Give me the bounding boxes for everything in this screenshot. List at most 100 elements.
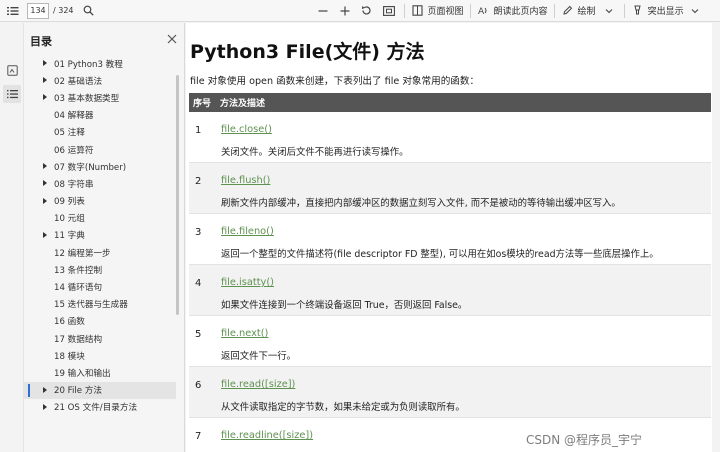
outline-item[interactable]: 19 输入和输出 [24, 364, 176, 381]
table-row: 5 file.next() 返回文件下一行。 [189, 316, 711, 367]
outline-item-label: 21 OS 文件/目录方法 [54, 403, 138, 414]
caret-right-icon[interactable] [43, 231, 47, 238]
row-number: 1 [195, 125, 202, 136]
zoom-in-icon[interactable] [336, 2, 354, 20]
side-rail [0, 23, 24, 452]
caret-right-icon[interactable] [43, 386, 47, 393]
method-link[interactable]: file.next() [221, 328, 268, 339]
page-edge [712, 23, 720, 452]
caret-right-icon[interactable] [43, 197, 47, 204]
outline-item[interactable]: 01 Python3 教程 [24, 55, 176, 72]
table-row: 3 file.fileno() 返回一个整型的文件描述符(file descript… [189, 214, 711, 265]
methods-table: 序号 方法及描述 1 file.close() 关闭文件。关闭后文件不能再进行读写操… [189, 93, 711, 452]
table-row: 6 file.read([size]) 从文件读取指定的字节数，如果未给定或为负则读… [189, 367, 711, 418]
outline-list: 01 Python3 教程 02 基础语法 03 基本数据类型 04 解释器 05 注释… [24, 55, 176, 416]
outline-panel-icon[interactable] [3, 85, 21, 103]
outline-item[interactable]: 21 OS 文件/目录方法 [24, 399, 176, 416]
method-link[interactable]: file.isatty() [221, 277, 274, 288]
method-description: 关闭文件。关闭后文件不能再进行读写操作。 [221, 147, 409, 158]
page-view-button[interactable]: 页面视图 [411, 2, 464, 20]
method-description: 返回文件下一行。 [221, 351, 297, 362]
table-header: 序号 方法及描述 [189, 93, 711, 112]
caret-right-icon[interactable] [43, 94, 47, 101]
outline-item[interactable]: 17 数据结构 [24, 330, 176, 347]
outline-item[interactable]: 02 基础语法 [24, 72, 176, 89]
method-description: 如果文件连接到一个终端设备返回 True，否则返回 False。 [221, 300, 468, 311]
outline-item[interactable]: 11 字典 [24, 227, 176, 244]
read-aloud-label: 朗读此页内容 [493, 7, 548, 17]
outline-item[interactable]: 15 迭代器与生成器 [24, 296, 176, 313]
close-icon[interactable] [164, 31, 180, 47]
outline-item-label: 05 注释 [54, 128, 85, 139]
outline-item-label: 14 循环语句 [54, 283, 103, 294]
highlight-label: 突出显示 [647, 7, 684, 17]
toolbar: 134 / 324 页面视图 A 朗读此页内容 绘制 突出显示 [0, 0, 720, 22]
method-link[interactable]: file.close() [221, 124, 272, 135]
outline-item[interactable]: 07 数字(Number) [24, 158, 176, 175]
method-link[interactable]: file.fileno() [221, 226, 274, 237]
highlight-chevron-down-icon[interactable] [686, 2, 704, 20]
outline-item-label: 04 解释器 [54, 111, 94, 122]
header-method: 方法及描述 [220, 99, 266, 109]
rotate-icon[interactable] [358, 2, 376, 20]
outline-item-label: 18 模块 [54, 351, 85, 362]
row-number: 3 [195, 227, 202, 238]
page-view-icon [411, 2, 425, 20]
outline-item[interactable]: 12 编程第一步 [24, 244, 176, 261]
page-number-input[interactable]: 134 [27, 2, 49, 19]
highlight-button[interactable]: 突出显示 [631, 2, 684, 20]
method-description: 从文件读取指定的字节数，如果未给定或为负则读取所有。 [221, 402, 465, 413]
table-row: 2 file.flush() 刷新文件内部缓冲，直接把内部缓冲区的数据立刻写入文件,… [189, 163, 711, 214]
draw-chevron-down-icon[interactable] [600, 2, 618, 20]
outline-item-label: 06 运算符 [54, 145, 94, 156]
caret-right-icon[interactable] [43, 403, 47, 410]
outline-item[interactable]: 10 元组 [24, 210, 176, 227]
caret-right-icon[interactable] [43, 77, 47, 84]
outline-item[interactable]: 16 函数 [24, 313, 176, 330]
outline-item-label: 09 列表 [54, 197, 85, 208]
document-page: Python3 File(文件) 方法 file 对象使用 open 函数来创建… [186, 23, 720, 452]
svg-text:A: A [478, 7, 485, 16]
outline-item-label: 08 字符串 [54, 179, 94, 190]
outline-item-label: 20 File 方法 [54, 386, 102, 397]
table-row: 1 file.close() 关闭文件。关闭后文件不能再进行读写操作。 [189, 112, 711, 163]
outline-item-label: 13 条件控制 [54, 265, 103, 276]
outline-item[interactable]: 18 模块 [24, 347, 176, 364]
toolbar-divider [623, 3, 625, 18]
draw-button[interactable]: 绘制 [561, 2, 596, 20]
outline-item[interactable]: 13 条件控制 [24, 261, 176, 278]
method-description: 返回一个整型的文件描述符(file descriptor FD 整型), 可以用… [221, 249, 659, 260]
outline-item[interactable]: 03 基本数据类型 [24, 89, 176, 106]
bookmark-panel-icon[interactable] [3, 61, 21, 79]
outline-item[interactable]: 05 注释 [24, 124, 176, 141]
highlighter-icon [631, 2, 645, 20]
outline-item-label: 10 元组 [54, 214, 85, 225]
read-aloud-button[interactable]: A 朗读此页内容 [477, 2, 548, 20]
page-title: Python3 File(文件) 方法 [190, 41, 425, 63]
table-body: 1 file.close() 关闭文件。关闭后文件不能再进行读写操作。 2 file.f… [189, 112, 711, 452]
outline-item[interactable]: 08 字符串 [24, 175, 176, 192]
outline-item[interactable]: 04 解释器 [24, 107, 176, 124]
row-number: 2 [195, 176, 202, 187]
zoom-out-icon[interactable] [314, 2, 332, 20]
caret-right-icon[interactable] [43, 163, 47, 170]
row-number: 5 [195, 329, 202, 340]
outline-item-label: 02 基础语法 [54, 76, 103, 87]
outline-item[interactable]: 20 File 方法 [24, 381, 176, 399]
outline-item-label: 16 函数 [54, 317, 85, 328]
fit-page-icon[interactable] [380, 2, 398, 20]
method-description: 刷新文件内部缓冲，直接把内部缓冲区的数据立刻写入文件, 而不是被动的等待输出缓冲… [221, 198, 621, 209]
caret-right-icon[interactable] [43, 60, 47, 66]
outline-item[interactable]: 09 列表 [24, 193, 176, 210]
method-link[interactable]: file.read([size]) [221, 379, 295, 390]
method-link[interactable]: file.flush() [221, 175, 270, 186]
read-aloud-icon: A [477, 2, 491, 20]
method-link[interactable]: file.readline([size]) [221, 430, 313, 441]
outline-scrollbar[interactable] [176, 75, 179, 315]
outline-item-label: 17 数据结构 [54, 334, 103, 345]
outline-toggle-icon[interactable] [4, 2, 22, 20]
caret-right-icon[interactable] [43, 180, 47, 187]
outline-item[interactable]: 14 循环语句 [24, 278, 176, 295]
search-icon[interactable] [80, 2, 98, 20]
outline-item[interactable]: 06 运算符 [24, 141, 176, 158]
